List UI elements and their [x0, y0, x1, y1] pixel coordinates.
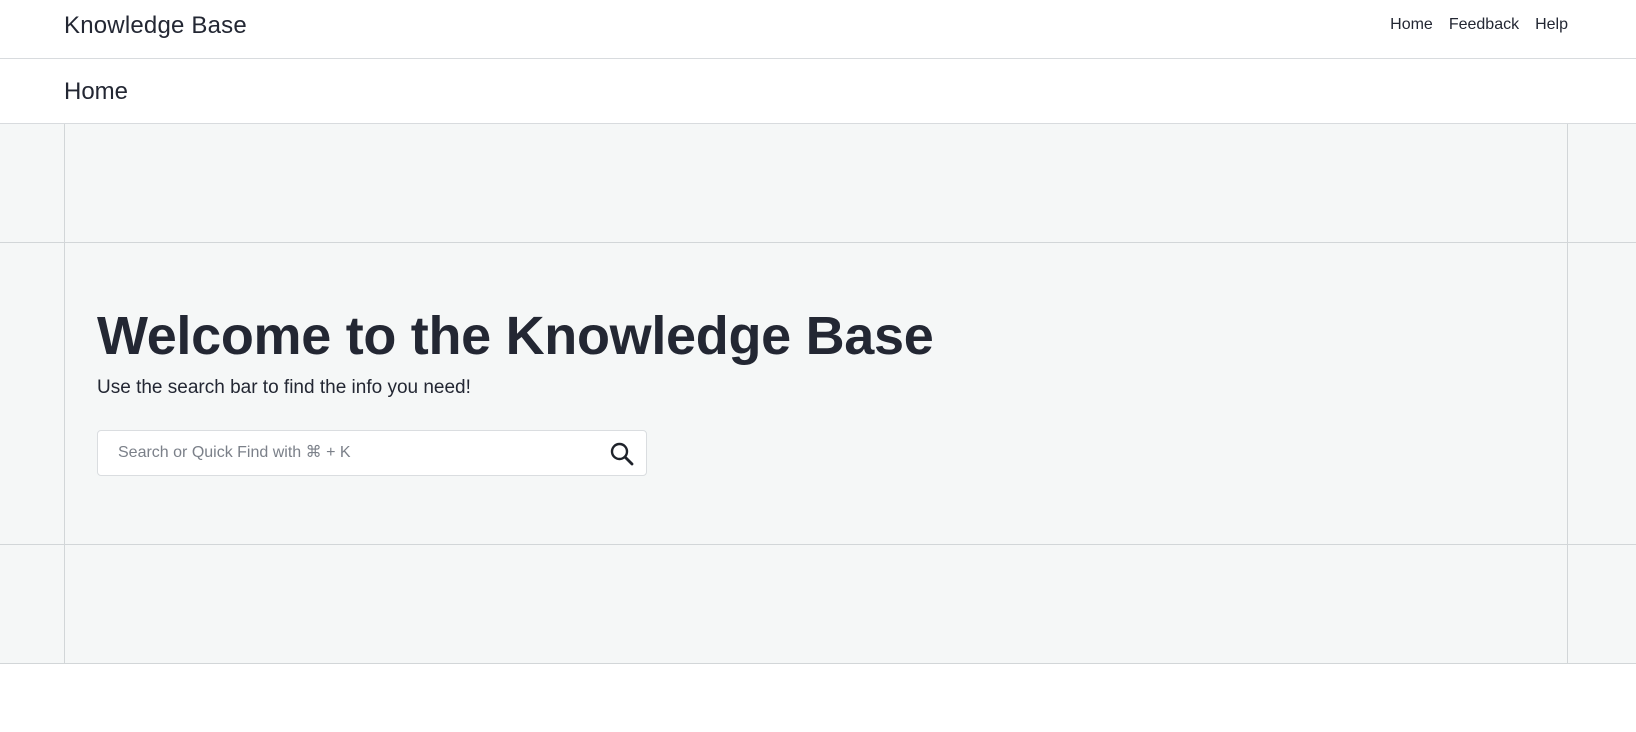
breadcrumb: Home [0, 59, 1636, 124]
search-bar [97, 430, 647, 476]
nav-link-help[interactable]: Help [1535, 15, 1568, 35]
page-title: Home [64, 78, 129, 105]
search-icon [610, 442, 634, 466]
brand-link[interactable]: Knowledge Base [64, 12, 247, 40]
hero-heading: Welcome to the Knowledge Base [97, 306, 934, 366]
grid-line [64, 124, 65, 664]
main-nav: Home Feedback Help [1390, 15, 1568, 35]
grid-line [1567, 124, 1568, 664]
top-navbar: Knowledge Base Home Feedback Help [0, 0, 1636, 59]
hero-subheading: Use the search bar to find the info you … [97, 377, 471, 398]
nav-link-home[interactable]: Home [1390, 15, 1433, 35]
nav-link-feedback[interactable]: Feedback [1449, 15, 1519, 35]
search-input[interactable] [98, 431, 598, 475]
hero-section: Welcome to the Knowledge Base Use the se… [0, 124, 1636, 664]
grid-line [0, 544, 1636, 545]
grid-line [0, 242, 1636, 243]
hero-content: Welcome to the Knowledge Base Use the se… [97, 306, 997, 476]
search-button[interactable] [608, 440, 636, 468]
